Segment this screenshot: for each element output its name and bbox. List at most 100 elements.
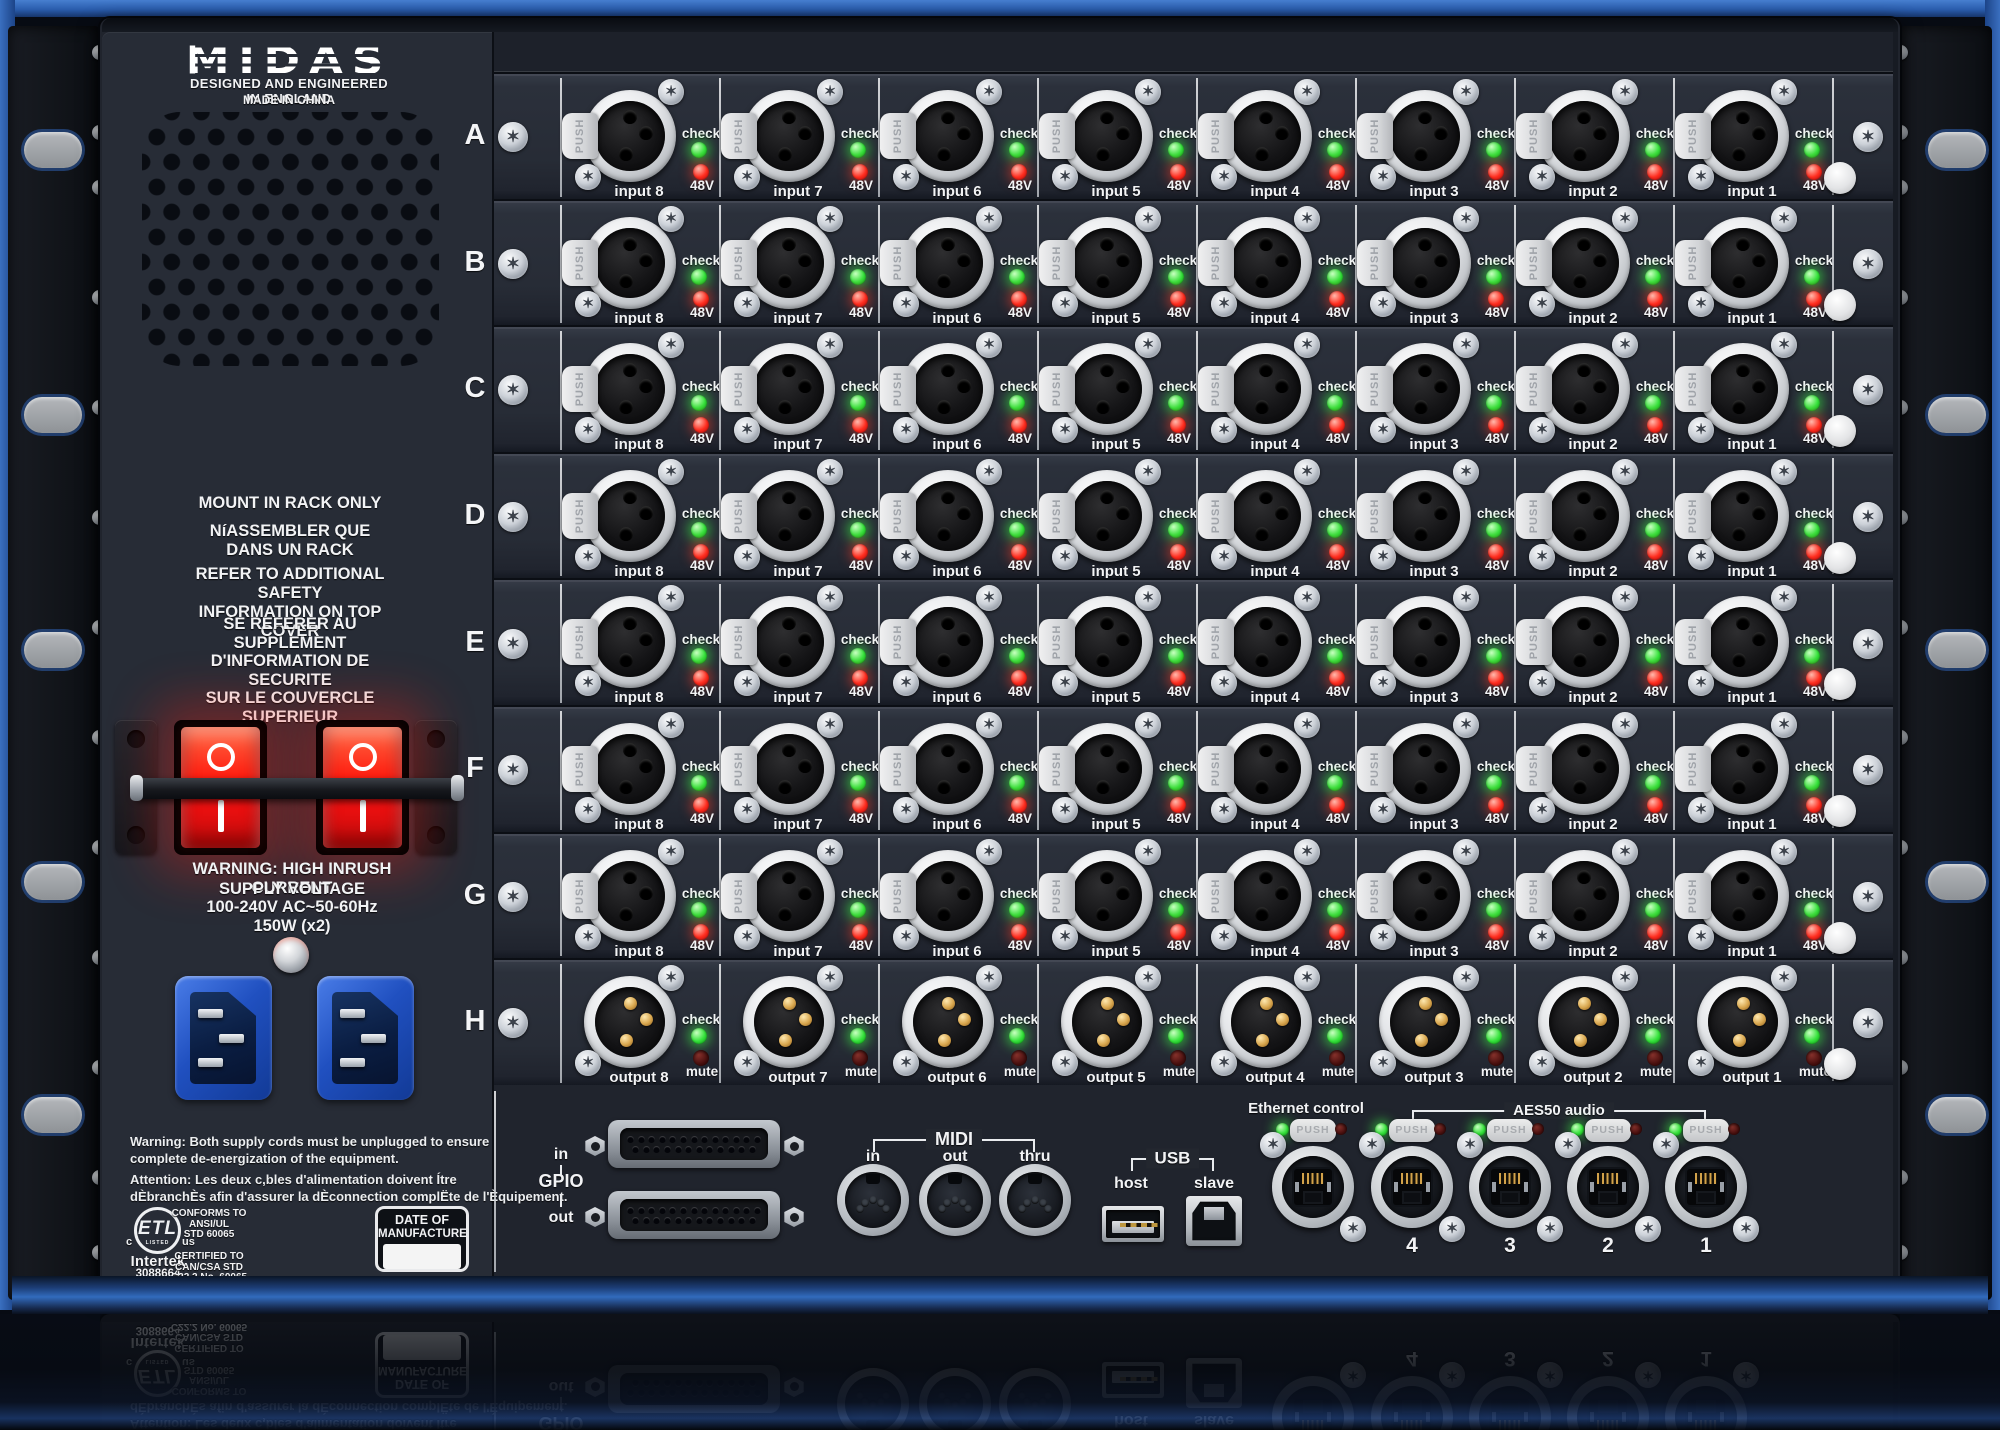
torx-screw: ✶: [1529, 924, 1555, 950]
led-label-bottom: 48V: [1326, 305, 1350, 320]
torx-screw: ✶: [734, 291, 760, 317]
xlr-hole: [639, 379, 653, 393]
xlr-push-tab: PUSH: [1675, 366, 1711, 412]
torx-screw: ✶: [1612, 585, 1638, 611]
vent-grille: [142, 112, 439, 366]
midi-in-connector[interactable]: [837, 1164, 909, 1236]
check-led: [691, 902, 707, 918]
torx-screw: ✶: [893, 924, 919, 950]
usb-a-tongue: [1112, 1221, 1154, 1233]
xlr-push-tab: PUSH: [1039, 493, 1075, 539]
check-led: [1804, 1028, 1820, 1044]
xlr-hole: [1577, 870, 1591, 884]
date-of-manufacture-box: DATE OF MANUFACTURE: [375, 1206, 469, 1272]
gpio-out-connector[interactable]: [608, 1191, 780, 1239]
torx-screw: ✶: [1052, 924, 1078, 950]
input-module: PUSH✶✶check48Vinput 2: [1514, 74, 1673, 201]
midi-out-connector[interactable]: [919, 1164, 991, 1236]
xlr-face: [1708, 354, 1778, 424]
push-tab-text: PUSH: [1369, 625, 1381, 660]
push-tab-text: PUSH: [733, 119, 745, 154]
push-tab-text: PUSH: [892, 752, 904, 787]
led-label-top: check: [1159, 759, 1197, 774]
torx-screw: ✶: [658, 839, 684, 865]
led-label-top: check: [1636, 632, 1674, 647]
jack-label: input 7: [773, 816, 822, 833]
led-label-bottom: 48V: [1485, 684, 1509, 699]
xlr-face: [1390, 101, 1460, 171]
rack-ear-right: [1900, 26, 1992, 1300]
xlr-hole: [957, 886, 971, 900]
input-module: PUSH✶✶check48Vinput 5: [1037, 707, 1196, 834]
xlr-hole: [639, 886, 653, 900]
rj45-side-tab: [1394, 1182, 1398, 1192]
midi-thru-connector[interactable]: [999, 1164, 1071, 1236]
led-label-bottom: mute: [686, 1064, 718, 1079]
xlr-hole: [1752, 506, 1766, 520]
torx-screw: ✶: [1211, 797, 1237, 823]
torx-screw: ✶: [1052, 417, 1078, 443]
input-module: PUSH✶✶check48Vinput 1: [1673, 454, 1832, 581]
gpio-in-label: in: [554, 1146, 568, 1164]
xlr-face: [1072, 228, 1142, 298]
usb-slave-port[interactable]: [1186, 1196, 1242, 1246]
torx-screw: ✶: [658, 206, 684, 232]
led-label-top: check: [1000, 126, 1038, 141]
xlr-hole: [1434, 886, 1448, 900]
xlr-face: [1231, 607, 1301, 677]
xlr-push-tab: PUSH: [1357, 366, 1393, 412]
led-label-top: check: [1159, 506, 1197, 521]
led-label-bottom: 48V: [849, 811, 873, 826]
led-label-top: check: [682, 253, 720, 268]
fuse-dome[interactable]: [273, 937, 309, 973]
xlr-hole: [1259, 616, 1273, 630]
input-module: PUSH✶✶check48Vinput 1: [1673, 201, 1832, 328]
xlr-hole: [1100, 490, 1114, 504]
din-keyway: [866, 1174, 880, 1184]
captive-thumbscrew: [1824, 795, 1856, 827]
xlr-hole: [782, 616, 796, 630]
jack-label: input 2: [1568, 943, 1617, 960]
torx-screw: ✶: [1453, 712, 1479, 738]
xlr-face: [1549, 354, 1619, 424]
aes50-port-3[interactable]: [1469, 1146, 1551, 1228]
input-module: PUSH✶✶check48Vinput 7: [719, 707, 878, 834]
push-tab-text: PUSH: [1210, 372, 1222, 407]
xlr-hole: [798, 506, 812, 520]
push-tab-text: PUSH: [1051, 372, 1063, 407]
aes50-port-4[interactable]: [1371, 1146, 1453, 1228]
led-label-top: check: [682, 1012, 720, 1027]
check-led: [1486, 1028, 1502, 1044]
aes50-port-number: 2: [1602, 1234, 1614, 1258]
rows-right-edge: [1893, 32, 1898, 1282]
usb-host-port[interactable]: [1102, 1206, 1164, 1242]
ethernet-control-port[interactable]: [1272, 1146, 1354, 1228]
xlr-push-tab: PUSH: [1357, 619, 1393, 665]
led-label-top: check: [1477, 632, 1515, 647]
xlr-hole: [1096, 274, 1110, 288]
torx-screw: ✶: [658, 332, 684, 358]
led-label-bottom: 48V: [1167, 938, 1191, 953]
xlr-face: [754, 734, 824, 804]
input-module: PUSH✶✶check48Vinput 8: [560, 707, 719, 834]
aes50-port-2[interactable]: [1567, 1146, 1649, 1228]
xlr-hole: [937, 780, 951, 794]
jack-label: output 2: [1563, 1069, 1622, 1086]
xlr-face: [1708, 101, 1778, 171]
check-led: [1168, 775, 1184, 791]
iec-power-inlet-1[interactable]: [175, 976, 272, 1100]
captive-thumbscrew: [1824, 1048, 1856, 1080]
xlr-hole: [778, 907, 792, 921]
xlr-face: [754, 228, 824, 298]
aes50-port-1[interactable]: [1665, 1146, 1747, 1228]
mains-warning-en-1: Warning: Both supply cords must be unplu…: [130, 1134, 489, 1149]
push-tab-text: PUSH: [1210, 625, 1222, 660]
module-divider: [1514, 964, 1516, 1083]
iec-power-inlet-2[interactable]: [317, 976, 414, 1100]
push-tab-text: PUSH: [733, 752, 745, 787]
push-tab-text: PUSH: [574, 499, 586, 534]
iec-pin: [219, 1034, 244, 1043]
gpio-in-connector[interactable]: [608, 1120, 780, 1168]
xlr-pin: [1737, 997, 1750, 1010]
input-module: PUSH✶✶check48Vinput 4: [1196, 580, 1355, 707]
